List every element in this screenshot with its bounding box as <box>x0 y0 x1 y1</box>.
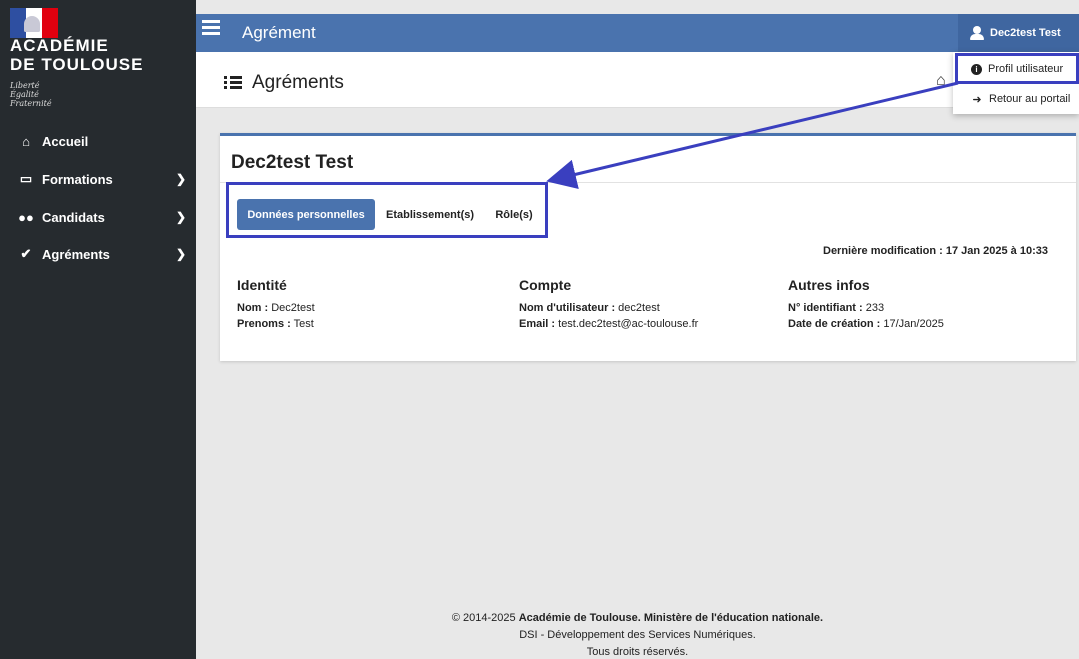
home-icon: ⌂ <box>22 133 30 149</box>
page-title: Agréments <box>224 72 344 94</box>
sidebar-item-label: Agréments <box>42 246 110 262</box>
sidebar-item-candidats[interactable]: ●● Candidats ❯ <box>0 201 196 233</box>
footer-dsi: DSI - Développement des Services Numériq… <box>519 629 756 641</box>
sidebar-item-label: Candidats <box>42 209 105 225</box>
chevron-right-icon: ❯ <box>176 210 187 224</box>
chevron-right-icon: ❯ <box>176 172 187 186</box>
sidebar-item-agrements[interactable]: ✔ Agréments ❯ <box>0 238 196 270</box>
hamburger-menu-icon[interactable] <box>202 20 220 36</box>
field-email: Email : test.dec2test@ac-toulouse.fr <box>519 318 699 330</box>
academie-logo[interactable]: ACADÉMIE DE TOULOUSE Liberté Égalité Fra… <box>8 8 188 118</box>
sidebar-item-label: Accueil <box>42 133 89 149</box>
sign-out-icon: ➜ <box>972 93 982 106</box>
user-profile-card: Dec2test Test Données personnelles Etabl… <box>220 133 1076 361</box>
logo-line-1: ACADÉMIE <box>10 36 109 55</box>
field-username: Nom d'utilisateur : dec2test <box>519 302 660 314</box>
marianne-flag-icon <box>10 8 58 38</box>
field-identifiant: N° identifiant : 233 <box>788 302 885 314</box>
card-title: Dec2test Test <box>231 152 354 173</box>
user-menu-button[interactable]: Dec2test Test <box>958 14 1079 52</box>
sidebar-item-formations[interactable]: ▭ Formations ❯ <box>0 163 196 195</box>
sidebar: ACADÉMIE DE TOULOUSE Liberté Égalité Fra… <box>0 0 196 659</box>
app-title: Agrément <box>242 23 316 42</box>
page-header: Agréments ⌂ <box>196 52 1079 108</box>
users-icon: ●● <box>18 209 34 225</box>
field-date-creation: Date de création : 17/Jan/2025 <box>788 318 944 330</box>
menu-item-retour-portail[interactable]: ➜ Retour au portail <box>953 86 1079 112</box>
section-title: Compte <box>519 277 572 293</box>
footer: © 2014-2025 Académie de Toulouse. Minist… <box>196 610 1079 659</box>
user-name: Dec2test Test <box>990 27 1061 39</box>
check-badge-icon: ✔ <box>20 246 32 261</box>
page-title-text: Agréments <box>252 72 344 93</box>
footer-rights: Tous droits réservés. <box>586 646 689 658</box>
top-bar: Agrément Dec2test Test <box>196 14 1079 52</box>
chalkboard-icon: ▭ <box>19 171 33 186</box>
sidebar-item-accueil[interactable]: ⌂ Accueil <box>0 125 196 157</box>
list-icon <box>224 76 242 90</box>
sidebar-item-label: Formations <box>42 171 113 187</box>
user-icon <box>970 26 984 40</box>
logo-motto: Liberté Égalité Fraternité <box>10 81 52 108</box>
tabs-highlight-box <box>226 182 548 238</box>
home-icon[interactable]: ⌂ <box>936 72 946 90</box>
footer-copyright: © 2014-2025 Académie de Toulouse. Minist… <box>451 612 824 624</box>
chevron-right-icon: ❯ <box>176 247 187 261</box>
compte-section: Compte Nom d'utilisateur : dec2test Emai… <box>519 277 779 332</box>
profil-highlight-box <box>955 53 1079 84</box>
section-title: Autres infos <box>788 277 870 293</box>
identite-section: Identité Nom : Dec2test Prenoms : Test <box>237 277 497 332</box>
autres-infos-section: Autres infos N° identifiant : 233 Date d… <box>788 277 1048 332</box>
menu-item-label: Retour au portail <box>989 93 1071 105</box>
logo-line-2: DE TOULOUSE <box>10 55 144 74</box>
section-title: Identité <box>237 277 287 293</box>
field-nom: Nom : Dec2test <box>237 302 315 314</box>
last-modified: Dernière modification : 17 Jan 2025 à 10… <box>823 245 1048 257</box>
field-prenoms: Prenoms : Test <box>237 318 314 330</box>
